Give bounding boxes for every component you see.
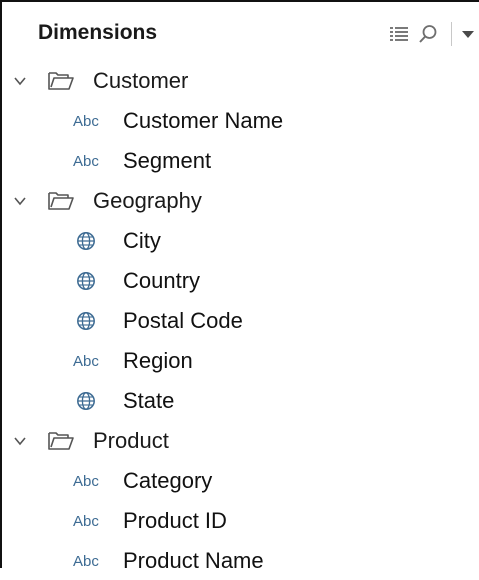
field-row[interactable]: Abc Customer Name (2, 100, 479, 140)
globe-icon (76, 311, 96, 331)
globe-icon (76, 271, 96, 291)
string-type-icon: Abc (73, 153, 99, 170)
pane-header: Dimensions (2, 2, 479, 64)
field-row[interactable]: Abc Product ID (2, 500, 479, 540)
globe-icon (76, 391, 96, 411)
field-label: Country (123, 268, 201, 293)
folder-open-icon (47, 68, 75, 92)
field-row[interactable]: Abc Region (2, 340, 479, 380)
field-row[interactable]: Abc Category (2, 460, 479, 500)
chevron-down-icon[interactable] (13, 74, 27, 86)
globe-icon (76, 231, 96, 251)
string-type-icon: Abc (73, 513, 99, 530)
string-type-icon: Abc (73, 353, 99, 370)
field-label: Category (123, 468, 213, 493)
folder-row-customer[interactable]: Customer (2, 60, 479, 100)
folder-open-icon (47, 428, 75, 452)
field-row[interactable]: City (2, 220, 479, 260)
field-label: Product Name (123, 548, 264, 573)
folder-label: Geography (93, 188, 202, 213)
dimensions-pane: Dimensions Customer Abc Customer Name Ab… (0, 0, 479, 573)
field-row[interactable]: Postal Code (2, 300, 479, 340)
dimensions-tree: Customer Abc Customer Name Abc Segment Geogra… (2, 60, 479, 580)
string-type-icon: Abc (73, 553, 99, 570)
field-label: Product ID (123, 508, 227, 533)
chevron-down-icon[interactable] (13, 194, 27, 206)
folder-row-product[interactable]: Product (2, 420, 479, 460)
field-label: Customer Name (123, 108, 284, 133)
string-type-icon: Abc (73, 473, 99, 490)
folder-row-geography[interactable]: Geography (2, 180, 479, 220)
header-toolbar (388, 18, 479, 50)
field-row[interactable]: State (2, 380, 479, 420)
toolbar-divider (451, 22, 452, 46)
chevron-down-icon[interactable] (13, 434, 27, 446)
folder-label: Customer (93, 68, 189, 93)
list-view-icon[interactable] (388, 18, 410, 50)
field-label: Region (123, 348, 193, 373)
field-label: Postal Code (123, 308, 243, 333)
field-label: Segment (123, 148, 212, 173)
pane-title: Dimensions (38, 21, 158, 44)
field-row[interactable]: Abc Product Name (2, 540, 479, 580)
field-row[interactable]: Abc Segment (2, 140, 479, 180)
string-type-icon: Abc (73, 113, 99, 130)
folder-label: Product (93, 428, 169, 453)
folder-open-icon (47, 188, 75, 212)
field-label: City (123, 228, 161, 253)
field-row[interactable]: Country (2, 260, 479, 300)
field-label: State (123, 388, 175, 413)
search-icon[interactable] (416, 18, 440, 50)
dropdown-menu-icon[interactable] (458, 18, 478, 50)
